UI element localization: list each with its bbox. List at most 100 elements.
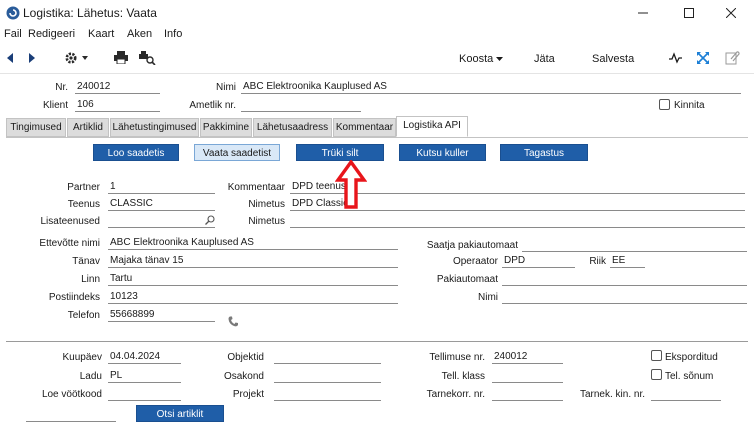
salvesta-button[interactable]: Salvesta xyxy=(592,53,634,65)
objektid-field[interactable] xyxy=(274,351,381,364)
pakiautomaat-field[interactable] xyxy=(502,273,747,286)
chevron-down-icon[interactable] xyxy=(82,56,88,60)
klient-field[interactable]: 106 xyxy=(75,99,160,112)
maximize-button[interactable] xyxy=(666,0,712,26)
minimize-button[interactable] xyxy=(620,0,666,26)
tarnek-kin-nr-label: Tarnek. kin. nr. xyxy=(579,389,645,400)
kuupaev-label: Kuupäev xyxy=(62,352,102,363)
ametlik-nr-field[interactable] xyxy=(241,99,361,112)
linn-field[interactable]: Tartu xyxy=(108,273,398,286)
kutsu-kuller-button[interactable]: Kutsu kuller xyxy=(399,144,486,161)
app-icon xyxy=(6,6,20,20)
menu-kaart[interactable]: Kaart xyxy=(88,28,114,40)
nr-field[interactable]: 240012 xyxy=(75,81,160,94)
loe-vootkood-field[interactable] xyxy=(108,388,181,401)
kinnita-checkbox[interactable] xyxy=(659,99,670,110)
expand-icon[interactable] xyxy=(696,51,710,65)
jata-button[interactable]: Jäta xyxy=(534,53,555,65)
operaator-label: Operaator xyxy=(452,256,498,267)
eksporditud-label: Eksporditud xyxy=(665,352,718,363)
activity-icon[interactable] xyxy=(669,52,682,64)
operaator-field[interactable]: DPD xyxy=(502,255,575,268)
partner-label: Partner xyxy=(67,182,100,193)
ettevotte-nimi-label: Ettevõtte nimi xyxy=(39,238,100,249)
tellimuse-nr-label: Tellimuse nr. xyxy=(429,352,485,363)
postiindeks-label: Postiindeks xyxy=(48,292,100,303)
teenus-field[interactable]: CLASSIC xyxy=(108,198,215,211)
lisateenused-field[interactable] xyxy=(108,215,215,228)
api-nimi-field[interactable] xyxy=(502,291,747,304)
partner-field[interactable]: 1 xyxy=(108,181,215,194)
osakond-field[interactable] xyxy=(274,370,381,383)
nimi-field[interactable]: ABC Elektroonika Kauplused AS xyxy=(241,81,741,94)
loe-vootkood-label: Loe vöötkood xyxy=(41,389,102,400)
tab-kommentaar[interactable]: Kommentaar xyxy=(333,118,396,137)
projekt-field[interactable] xyxy=(274,388,381,401)
tel-sonum-label: Tel. sõnum xyxy=(665,371,714,382)
pakiautomaat-label: Pakiautomaat xyxy=(436,274,498,285)
koosta-chevron-down-icon[interactable] xyxy=(496,57,503,61)
menu-aken[interactable]: Aken xyxy=(127,28,152,40)
lisateenused-label: Lisateenused xyxy=(40,216,101,227)
tab-lahetustingimused[interactable]: Lähetustingimused xyxy=(110,118,199,137)
ettevotte-nimi-field[interactable]: ABC Elektroonika Kauplused AS xyxy=(108,237,398,250)
tarnekorr-nr-field[interactable] xyxy=(492,388,563,401)
tab-tingimused[interactable]: Tingimused xyxy=(6,118,66,137)
loo-saadetis-button[interactable]: Loo saadetis xyxy=(93,144,179,161)
eksporditud-checkbox[interactable] xyxy=(651,350,662,361)
print-preview-icon[interactable] xyxy=(138,51,156,65)
menu-fail[interactable]: Fail xyxy=(4,28,22,40)
kommentaar-label: Kommentaar xyxy=(227,182,285,193)
previous-record-icon[interactable] xyxy=(6,53,14,63)
telefon-field[interactable]: 55668899 xyxy=(108,309,215,322)
close-button[interactable] xyxy=(708,0,754,26)
ladu-field[interactable]: PL xyxy=(108,370,181,383)
section-separator xyxy=(6,341,748,342)
truki-silt-button[interactable]: Trüki silt xyxy=(296,144,384,161)
tab-pakkimine[interactable]: Pakkimine xyxy=(200,118,252,137)
postiindeks-field[interactable]: 10123 xyxy=(108,291,398,304)
phone-icon[interactable] xyxy=(228,316,238,327)
vaata-saadetist-button[interactable]: Vaata saadetist xyxy=(194,144,280,161)
tagastus-button[interactable]: Tagastus xyxy=(500,144,588,161)
ladu-label: Ladu xyxy=(79,371,102,382)
tellimuse-nr-field[interactable]: 240012 xyxy=(492,351,563,364)
saatja-pakiautomaat-label: Saatja pakiautomaat xyxy=(426,240,518,251)
gear-icon[interactable] xyxy=(64,51,78,65)
riik-field[interactable]: EE xyxy=(610,255,645,268)
menu-redigeeri[interactable]: Redigeeri xyxy=(28,28,75,40)
printer-icon[interactable] xyxy=(114,51,128,64)
tell-klass-field[interactable] xyxy=(492,370,563,383)
nimetus2-label: Nimetus xyxy=(248,216,285,227)
nimetus2-field[interactable] xyxy=(290,215,745,228)
koosta-button[interactable]: Koosta xyxy=(459,53,493,65)
osakond-label: Osakond xyxy=(223,371,264,382)
menu-info[interactable]: Info xyxy=(164,28,182,40)
maximize-icon xyxy=(684,8,694,18)
tell-klass-label: Tell. klass xyxy=(441,371,485,382)
lisateenused-search-icon[interactable] xyxy=(205,215,215,225)
tab-artiklid[interactable]: Artiklid xyxy=(67,118,109,137)
next-record-icon[interactable] xyxy=(28,53,36,63)
saatja-pakiautomaat-field[interactable] xyxy=(522,239,747,252)
klient-label: Klient xyxy=(42,100,68,111)
kinnita-label: Kinnita xyxy=(674,100,705,111)
attachment-icon[interactable] xyxy=(725,50,740,65)
telefon-label: Telefon xyxy=(67,310,100,321)
kuupaev-field[interactable]: 04.04.2024 xyxy=(108,351,181,364)
tarnek-kin-nr-field[interactable] xyxy=(651,388,721,401)
linn-label: Linn xyxy=(81,274,100,285)
otsi-artiklit-input[interactable] xyxy=(26,409,116,422)
nr-label: Nr. xyxy=(55,82,68,93)
tarnekorr-nr-label: Tarnekorr. nr. xyxy=(426,389,485,400)
riik-label: Riik xyxy=(589,256,606,267)
window-title: Logistika: Lähetus: Vaata xyxy=(23,6,157,20)
tel-sonum-checkbox[interactable] xyxy=(651,369,662,380)
tanav-field[interactable]: Majaka tänav 15 xyxy=(108,255,398,268)
tab-logistika-api[interactable]: Logistika API xyxy=(396,116,468,137)
tab-lahetusaadress[interactable]: Lähetusaadress xyxy=(253,118,332,137)
api-nimi-label: Nimi xyxy=(478,292,498,303)
nimi-label: Nimi xyxy=(216,82,236,93)
otsi-artiklit-button[interactable]: Otsi artiklit xyxy=(136,405,224,422)
teenus-label: Teenus xyxy=(67,199,100,210)
